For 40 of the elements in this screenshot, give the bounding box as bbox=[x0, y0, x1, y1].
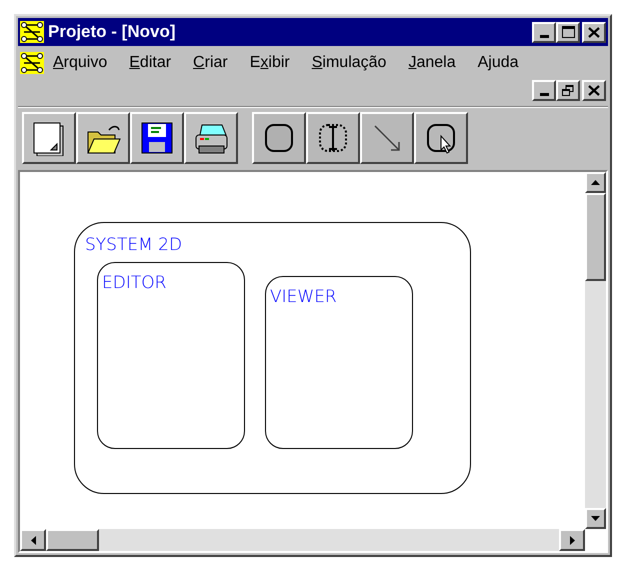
menu-item[interactable]: Simulação bbox=[312, 51, 386, 75]
window-title: Projeto - [Novo] bbox=[48, 21, 176, 44]
node-label: SYSTEM 2D bbox=[85, 235, 184, 255]
scroll-right-button[interactable] bbox=[559, 529, 585, 551]
menu-item[interactable]: Arquivo bbox=[53, 51, 108, 75]
menu-item[interactable]: Criar bbox=[193, 51, 228, 75]
toolbar-button[interactable] bbox=[22, 112, 76, 164]
menu-item[interactable]: Exibir bbox=[250, 51, 290, 75]
toolbar-button[interactable] bbox=[76, 112, 130, 164]
toolbar-button[interactable] bbox=[414, 112, 468, 164]
maximize-button[interactable] bbox=[556, 22, 580, 42]
toolbar-button[interactable] bbox=[252, 112, 306, 164]
toolbar-button[interactable] bbox=[306, 112, 360, 164]
scroll-left-button[interactable] bbox=[20, 529, 46, 551]
scroll-up-button[interactable] bbox=[585, 172, 606, 193]
left-arrow-icon bbox=[30, 536, 36, 544]
scrollbar-thumb[interactable] bbox=[585, 193, 606, 281]
restore-icon bbox=[562, 85, 574, 96]
right-arrow-icon bbox=[570, 536, 574, 544]
node-label: VIEWER bbox=[270, 287, 338, 307]
node-label: EDITOR bbox=[102, 273, 168, 293]
minimize-button[interactable] bbox=[532, 80, 556, 101]
restore-button[interactable] bbox=[556, 80, 580, 101]
up-arrow-icon bbox=[591, 180, 600, 185]
toolbar-button[interactable] bbox=[130, 112, 184, 164]
toolbar-button[interactable] bbox=[184, 112, 238, 164]
close-icon bbox=[588, 85, 600, 96]
minimize-button[interactable] bbox=[532, 22, 556, 42]
document-icon bbox=[20, 52, 44, 74]
menu-item[interactable]: Janela bbox=[408, 51, 456, 75]
app-icon bbox=[20, 21, 44, 43]
close-button[interactable] bbox=[582, 22, 606, 42]
down-arrow-icon bbox=[591, 516, 600, 521]
toolbar-button[interactable] bbox=[360, 112, 414, 164]
close-button[interactable] bbox=[582, 80, 606, 101]
menu-item[interactable]: Editar bbox=[129, 51, 172, 75]
close-icon bbox=[588, 26, 600, 38]
scroll-down-button[interactable] bbox=[585, 508, 606, 529]
menu-item[interactable]: Ajuda bbox=[478, 51, 519, 75]
scrollbar-thumb[interactable] bbox=[46, 529, 99, 551]
